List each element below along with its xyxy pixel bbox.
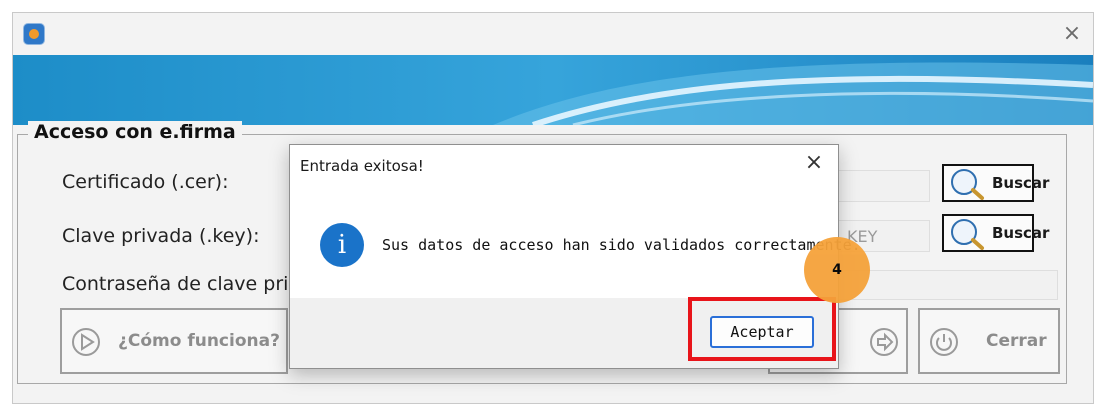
- highlight-box: [688, 297, 836, 361]
- magnifier-icon: [951, 219, 984, 250]
- buscar-cer-button[interactable]: Buscar: [942, 164, 1049, 202]
- dialog-message: Sus datos de acceso han sido validados c…: [382, 236, 861, 254]
- power-icon: [930, 328, 958, 356]
- group-title: Acceso con e.firma: [28, 121, 242, 143]
- clave-privada-label: Clave privada (.key):: [62, 225, 260, 247]
- window-close-button[interactable]: ×: [1059, 21, 1085, 47]
- buscar-key-label: Buscar: [992, 224, 1050, 242]
- dialog-close-button[interactable]: ×: [800, 149, 828, 177]
- contrasena-label: Contraseña de clave priva: [62, 273, 312, 295]
- title-bar: ×: [13, 13, 1093, 55]
- cerrar-label: Cerrar: [986, 331, 1047, 351]
- certificado-label: Certificado (.cer):: [62, 171, 229, 193]
- play-circle-icon: [72, 328, 100, 356]
- como-funciona-button[interactable]: ¿Cómo funciona?: [60, 308, 288, 374]
- buscar-key-button[interactable]: Buscar: [942, 214, 1049, 252]
- magnifier-icon: [951, 169, 984, 200]
- buscar-cer-label: Buscar: [992, 174, 1050, 192]
- dialog-title: Entrada exitosa!: [300, 157, 424, 175]
- info-icon: i: [320, 223, 364, 267]
- cerrar-button[interactable]: Cerrar: [918, 308, 1060, 374]
- como-funciona-label: ¿Cómo funciona?: [118, 331, 280, 351]
- certificado-path-field[interactable]: [838, 170, 930, 202]
- contrasena-field[interactable]: [838, 270, 1058, 300]
- header-banner: [13, 55, 1093, 125]
- arrow-circle-icon: [870, 328, 898, 356]
- app-logo-icon: [23, 23, 45, 45]
- step-badge: 4: [804, 237, 870, 303]
